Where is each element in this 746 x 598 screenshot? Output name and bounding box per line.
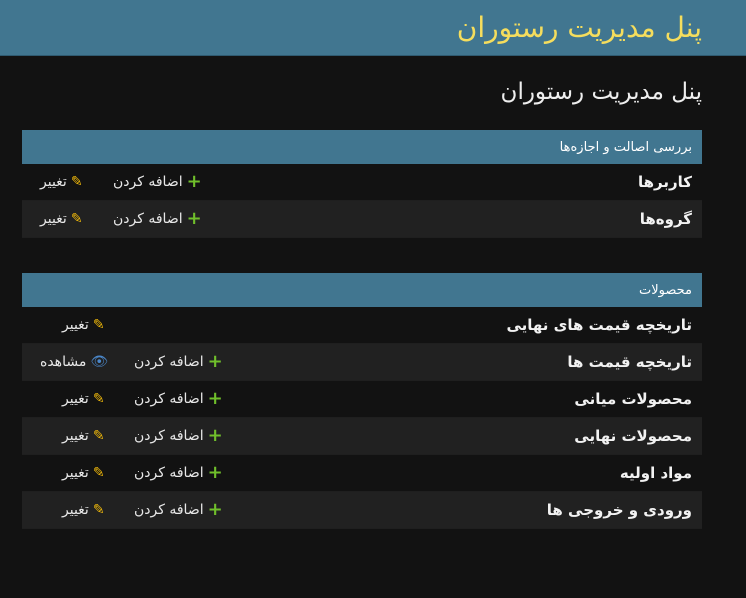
model-link-inputs-outputs[interactable]: ورودی و خروجی ها: [547, 501, 692, 519]
pencil-icon: ✎: [70, 174, 83, 190]
change-label: تغییر: [62, 465, 89, 481]
add-label: اضافه کردن: [113, 211, 183, 227]
table-row: کاربرها + اضافه کردن ✎ تغییر: [22, 164, 702, 201]
add-label: اضافه کردن: [134, 354, 204, 370]
change-label: تغییر: [62, 391, 89, 407]
add-label: اضافه کردن: [134, 391, 204, 407]
add-link[interactable]: + اضافه کردن: [113, 210, 202, 228]
plus-icon: +: [207, 462, 223, 483]
plus-icon: +: [186, 208, 202, 229]
pencil-icon: ✎: [92, 391, 105, 407]
plus-icon: +: [207, 388, 223, 409]
plus-icon: +: [207, 351, 223, 372]
module-products: محصولات تاریخچه قیمت های نهایی ✎ تغییر ت…: [22, 273, 702, 529]
model-link-raw-materials[interactable]: مواد اولیه: [620, 464, 692, 482]
table-row: گروه‌ها + اضافه کردن ✎ تغییر: [22, 201, 702, 238]
view-link[interactable]: 👁 مشاهده: [40, 354, 108, 370]
change-link[interactable]: ✎ تغییر: [62, 317, 105, 333]
table-row: تاریخچه قیمت ها + اضافه کردن 👁 مشاهده: [22, 344, 702, 381]
pencil-icon: ✎: [92, 317, 105, 333]
add-label: اضافه کردن: [113, 174, 183, 190]
module-caption-auth[interactable]: بررسی اصالت و اجازه‌ها: [22, 130, 702, 164]
pencil-icon: ✎: [70, 211, 83, 227]
model-link-price-history[interactable]: تاریخچه قیمت ها: [567, 353, 692, 371]
site-brand-link[interactable]: پنل مدیریت رستوران: [457, 11, 702, 44]
change-label: تغییر: [62, 428, 89, 444]
add-label: اضافه کردن: [134, 428, 204, 444]
change-label: تغییر: [62, 502, 89, 518]
table-row: محصولات میانی + اضافه کردن ✎ تغییر: [22, 381, 702, 418]
model-link-final-products[interactable]: محصولات نهایی: [574, 427, 692, 445]
model-link-final-price-history[interactable]: تاریخچه قیمت های نهایی: [506, 316, 692, 334]
pencil-icon: ✎: [92, 465, 105, 481]
change-link[interactable]: ✎ تغییر: [62, 391, 105, 407]
change-link[interactable]: ✎ تغییر: [62, 465, 105, 481]
table-row: مواد اولیه + اضافه کردن ✎ تغییر: [22, 455, 702, 492]
table-row: ورودی و خروجی ها + اضافه کردن ✎ تغییر: [22, 492, 702, 529]
change-label: تغییر: [40, 211, 67, 227]
add-link[interactable]: + اضافه کردن: [134, 353, 223, 371]
pencil-icon: ✎: [92, 502, 105, 518]
table-row: تاریخچه قیمت های نهایی ✎ تغییر: [22, 307, 702, 344]
add-label: اضافه کردن: [134, 465, 204, 481]
module-auth: بررسی اصالت و اجازه‌ها کاربرها + اضافه ک…: [22, 130, 702, 238]
pencil-icon: ✎: [92, 428, 105, 444]
change-label: تغییر: [62, 317, 89, 333]
plus-icon: +: [207, 499, 223, 520]
view-label: مشاهده: [40, 354, 87, 370]
module-caption-products[interactable]: محصولات: [22, 273, 702, 307]
add-link[interactable]: + اضافه کردن: [134, 390, 223, 408]
model-link-users[interactable]: کاربرها: [638, 173, 692, 191]
site-header: پنل مدیریت رستوران: [0, 0, 746, 56]
add-link[interactable]: + اضافه کردن: [113, 173, 202, 191]
change-label: تغییر: [40, 174, 67, 190]
add-link[interactable]: + اضافه کردن: [134, 464, 223, 482]
change-link[interactable]: ✎ تغییر: [40, 174, 83, 190]
table-row: محصولات نهایی + اضافه کردن ✎ تغییر: [22, 418, 702, 455]
model-link-intermediate-products[interactable]: محصولات میانی: [574, 390, 692, 408]
eye-icon: 👁: [90, 354, 109, 370]
plus-icon: +: [207, 425, 223, 446]
plus-icon: +: [186, 171, 202, 192]
add-link[interactable]: + اضافه کردن: [134, 427, 223, 445]
model-link-groups[interactable]: گروه‌ها: [640, 210, 692, 228]
add-link[interactable]: + اضافه کردن: [134, 501, 223, 519]
change-link[interactable]: ✎ تغییر: [62, 428, 105, 444]
change-link[interactable]: ✎ تغییر: [40, 211, 83, 227]
change-link[interactable]: ✎ تغییر: [62, 502, 105, 518]
add-label: اضافه کردن: [134, 502, 204, 518]
page-title: پنل مدیریت رستوران: [500, 79, 702, 105]
